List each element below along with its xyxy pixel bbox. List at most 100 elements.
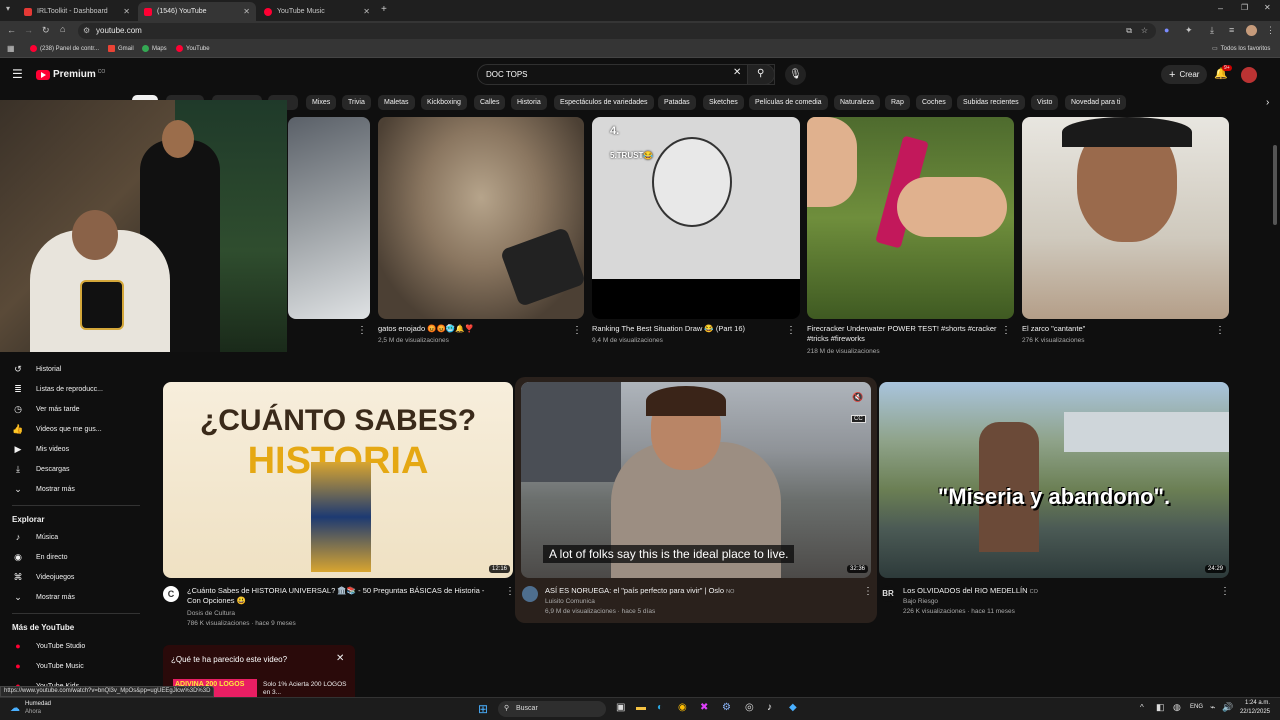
chip-patadas[interactable]: Patadas [658, 95, 696, 110]
back-icon[interactable]: ← [7, 25, 16, 35]
site-info-icon[interactable]: ⚙ [83, 23, 90, 39]
clear-search-icon[interactable]: ✕ [733, 67, 741, 78]
bookmark-maps[interactable]: Maps [142, 45, 167, 52]
video-more-icon[interactable]: ⋮ [1220, 586, 1230, 597]
short-more-icon[interactable]: ⋮ [1215, 325, 1225, 336]
input-language[interactable]: ENG [1190, 704, 1203, 710]
sidebar-item-watch-later[interactable]: ◷ Ver más tarde [12, 400, 80, 418]
bookmark-youtube[interactable]: YouTube [176, 45, 210, 52]
sidebar-item-downloads[interactable]: ⤓ Descargas [12, 460, 69, 478]
video-title[interactable]: ASÍ ES NORUEGA: el "país perfecto para v… [545, 586, 845, 597]
sidebar-item-gaming[interactable]: ⌘ Videojuegos [12, 568, 75, 586]
short-thumbnail[interactable] [378, 117, 584, 319]
sidebar-item-playlists[interactable]: ≣ Listas de reproducc... [12, 380, 103, 398]
download-icon[interactable]: ⤓ [1210, 25, 1214, 36]
close-tab-icon[interactable]: ✕ [243, 7, 250, 16]
short-more-icon[interactable]: ⋮ [786, 325, 796, 336]
mute-icon[interactable]: 🔇 [852, 392, 863, 403]
clock-time[interactable]: 1:24 a.m. [1236, 700, 1270, 706]
bookmark-star-icon[interactable]: ☆ [1141, 23, 1148, 39]
chip-novedad[interactable]: Novedad para ti [1065, 95, 1127, 110]
weather-icon[interactable]: ☁ [10, 703, 20, 714]
new-tab-button[interactable]: + [381, 4, 387, 15]
tab-youtube[interactable]: (1546) YouTube ✕ [138, 2, 256, 21]
sidebar-item-liked[interactable]: 👍 Videos que me gus... [12, 420, 101, 438]
channel-name[interactable]: Dosis de Cultura [187, 609, 235, 619]
video-thumbnail[interactable]: "Miseria y abandono". 24:29 [879, 382, 1229, 578]
obs-icon[interactable]: ◎ [745, 702, 754, 713]
channel-name[interactable]: Bajo Riesgo [903, 597, 938, 607]
bookmark-panel[interactable]: (238) Panel de contr... [30, 45, 99, 52]
short-title[interactable]: Firecracker Underwater POWER TEST! #shor… [807, 324, 997, 344]
tab-irltoolkit[interactable]: IRLToolkit - Dashboard ✕ [18, 2, 136, 21]
file-explorer-icon[interactable]: ▬ [636, 702, 646, 713]
account-avatar[interactable] [1241, 67, 1257, 83]
tab-youtube-music[interactable]: YouTube Music ✕ [258, 2, 376, 21]
chip-rap[interactable]: Rap [885, 95, 910, 110]
video-thumbnail[interactable]: ¿CUÁNTO SABES? HISTORIA 12:16 [163, 382, 513, 578]
edge-icon[interactable]: ◐ [657, 702, 663, 713]
task-view-icon[interactable]: ▣ [616, 702, 625, 713]
tray-overflow-icon[interactable]: ^ [1140, 703, 1144, 712]
chip-espectaculos[interactable]: Espectáculos de variedades [554, 95, 654, 110]
menu-icon[interactable]: ☰ [12, 67, 23, 81]
chip-peliculas-comedia[interactable]: Películas de comedia [749, 95, 828, 110]
create-button[interactable]: + Crear [1161, 65, 1208, 84]
sidebar-item-studio[interactable]: ● YouTube Studio [12, 637, 85, 655]
channel-avatar[interactable] [522, 586, 538, 602]
apps-grid-icon[interactable]: ▦ [7, 44, 15, 53]
close-tab-icon[interactable]: ✕ [123, 7, 130, 16]
chrome-icon[interactable]: ◉ [678, 702, 687, 713]
maximize-button[interactable]: ❐ [1241, 3, 1248, 12]
install-icon[interactable]: ⧉ [1126, 23, 1132, 39]
app-icon[interactable]: ◆ [789, 702, 797, 713]
chip-subidas-recientes[interactable]: Subidas recientes [957, 95, 1025, 110]
chip-naturaleza[interactable]: Naturaleza [834, 95, 880, 110]
channel-avatar[interactable]: BR [880, 586, 896, 602]
short-more-icon[interactable]: ⋮ [357, 325, 367, 336]
tray-app-icon[interactable]: ◧ [1156, 702, 1165, 713]
tray-app-icon[interactable]: ◍ [1173, 702, 1181, 713]
chip-coches[interactable]: Coches [916, 95, 952, 110]
all-bookmarks[interactable]: ▭ Todos los favoritos [1212, 45, 1270, 53]
short-title[interactable]: Ranking The Best Situation Draw 😂 (Part … [592, 324, 782, 334]
reload-icon[interactable]: ↻ [42, 25, 50, 36]
video-more-icon[interactable]: ⋮ [505, 586, 515, 597]
sidebar-show-more[interactable]: ⌄ Mostrar más [12, 480, 75, 498]
video-title[interactable]: ¿Cuánto Sabes de HISTORIA UNIVERSAL? 🏛️📚… [187, 586, 499, 606]
short-title[interactable]: El zarco "cantante" [1022, 324, 1212, 334]
extension-icon[interactable]: ● [1164, 25, 1169, 35]
clock-date[interactable]: 22/12/2025 [1232, 709, 1270, 715]
browser-menu-icon[interactable]: ⋮ [1266, 25, 1275, 36]
tab-search-icon[interactable]: ▾ [6, 4, 10, 13]
steam-icon[interactable]: ⚙ [722, 702, 731, 713]
sidebar-explore-show-more[interactable]: ⌄ Mostrar más [12, 588, 75, 606]
media-control-icon[interactable]: ≡ [1229, 25, 1234, 35]
chip-trivia[interactable]: Trivia [342, 95, 371, 110]
sidebar-item-live[interactable]: ◉ En directo [12, 548, 67, 566]
minimize-button[interactable]: – [1218, 3, 1223, 13]
search-input[interactable]: DOC TOPS [477, 64, 775, 85]
short-thumbnail[interactable] [807, 117, 1014, 319]
chip-historia[interactable]: Historia [511, 95, 547, 110]
forward-icon[interactable]: → [24, 25, 33, 35]
short-thumbnail[interactable]: 4. 5.TRUST😂 [592, 117, 800, 319]
chip-kickboxing[interactable]: Kickboxing [421, 95, 467, 110]
youtube-premium-logo[interactable]: Premium CO [36, 69, 105, 80]
chips-next-icon[interactable]: › [1266, 97, 1269, 108]
app-icon[interactable]: ✖ [700, 702, 708, 713]
channel-avatar[interactable]: C [163, 586, 179, 602]
short-more-icon[interactable]: ⋮ [572, 325, 582, 336]
short-more-icon[interactable]: ⋮ [1001, 325, 1011, 336]
scrollbar-thumb[interactable] [1273, 145, 1277, 225]
channel-name[interactable]: Luisito Comunica [545, 597, 595, 607]
chip-visto[interactable]: Visto [1031, 95, 1059, 110]
short-thumbnail[interactable] [1022, 117, 1229, 319]
video-thumbnail[interactable]: A lot of folks say this is the ideal pla… [521, 382, 871, 578]
video-title[interactable]: Los OLVIDADOS del RIO MEDELLÍN CO [903, 586, 1203, 597]
sidebar-item-music-app[interactable]: ● YouTube Music [12, 657, 83, 675]
chip-sketches[interactable]: Sketches [703, 95, 744, 110]
close-tab-icon[interactable]: ✕ [363, 7, 370, 16]
sidebar-item-my-videos[interactable]: ▶ Mis videos [12, 440, 70, 458]
home-icon[interactable]: ⌂ [60, 24, 65, 34]
